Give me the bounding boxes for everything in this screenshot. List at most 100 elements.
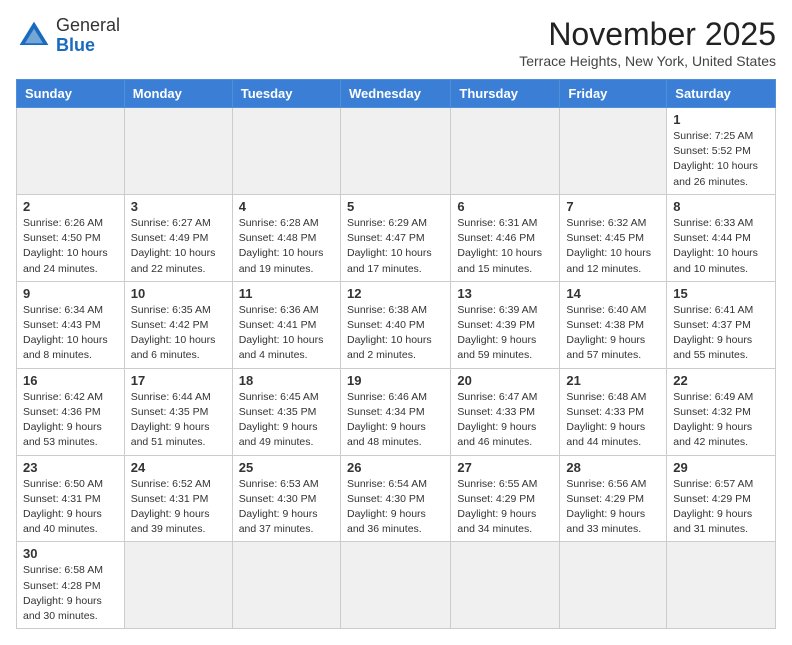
calendar-header-row: SundayMondayTuesdayWednesdayThursdayFrid… — [17, 80, 776, 108]
logo-text: General Blue — [56, 16, 120, 56]
day-info: Sunrise: 6:58 AM Sunset: 4:28 PM Dayligh… — [23, 563, 118, 624]
calendar-cell — [451, 108, 560, 195]
day-info: Sunrise: 6:31 AM Sunset: 4:46 PM Dayligh… — [457, 216, 553, 277]
day-number: 10 — [131, 286, 226, 301]
day-number: 21 — [566, 373, 660, 388]
page-header: General Blue November 2025 Terrace Heigh… — [16, 16, 776, 69]
logo-icon — [16, 18, 52, 54]
day-info: Sunrise: 6:49 AM Sunset: 4:32 PM Dayligh… — [673, 390, 769, 451]
calendar-cell: 11Sunrise: 6:36 AM Sunset: 4:41 PM Dayli… — [232, 281, 340, 368]
day-info: Sunrise: 6:46 AM Sunset: 4:34 PM Dayligh… — [347, 390, 444, 451]
calendar-cell: 19 Sunrise: 6:46 AM Sunset: 4:34 PM Dayli… — [340, 368, 450, 455]
day-info: Sunrise: 6:38 AM Sunset: 4:40 PM Dayligh… — [347, 303, 444, 364]
day-info: Sunrise: 6:35 AM Sunset: 4:42 PM Dayligh… — [131, 303, 226, 364]
calendar-cell: 10 Sunrise: 6:35 AM Sunset: 4:42 PM Dayli… — [124, 281, 232, 368]
day-number: 15 — [673, 286, 769, 301]
day-number: 28 — [566, 460, 660, 475]
day-info: Sunrise: 6:41 AM Sunset: 4:37 PM Dayligh… — [673, 303, 769, 364]
day-info: Sunrise: 6:36 AM Sunset: 4:41 PM Dayligh… — [239, 303, 334, 364]
day-info: Sunrise: 6:54 AM Sunset: 4:30 PM Dayligh… — [347, 477, 444, 538]
day-number: 23 — [23, 460, 118, 475]
calendar-week-3: 9 Sunrise: 6:34 AM Sunset: 4:43 PM Daylig… — [17, 281, 776, 368]
day-number: 19 — [347, 373, 444, 388]
day-number: 1 — [673, 112, 769, 127]
title-area: November 2025 Terrace Heights, New York,… — [519, 16, 776, 69]
day-info: Sunrise: 6:39 AM Sunset: 4:39 PM Dayligh… — [457, 303, 553, 364]
day-number: 30 — [23, 546, 118, 561]
day-info: Sunrise: 6:47 AM Sunset: 4:33 PM Dayligh… — [457, 390, 553, 451]
day-info: Sunrise: 6:34 AM Sunset: 4:43 PM Dayligh… — [23, 303, 118, 364]
calendar-week-5: 23 Sunrise: 6:50 AM Sunset: 4:31 PM Dayli… — [17, 455, 776, 542]
day-number: 8 — [673, 199, 769, 214]
calendar-cell: 24 Sunrise: 6:52 AM Sunset: 4:31 PM Dayli… — [124, 455, 232, 542]
calendar-cell: 21 Sunrise: 6:48 AM Sunset: 4:33 PM Dayli… — [560, 368, 667, 455]
day-number: 6 — [457, 199, 553, 214]
calendar-header-tuesday: Tuesday — [232, 80, 340, 108]
calendar-week-2: 2 Sunrise: 6:26 AM Sunset: 4:50 PM Daylig… — [17, 194, 776, 281]
day-info: Sunrise: 6:32 AM Sunset: 4:45 PM Dayligh… — [566, 216, 660, 277]
calendar-cell: 1 Sunrise: 7:25 AM Sunset: 5:52 PM Daylig… — [667, 108, 776, 195]
calendar-cell — [560, 108, 667, 195]
day-info: Sunrise: 6:53 AM Sunset: 4:30 PM Dayligh… — [239, 477, 334, 538]
day-info: Sunrise: 6:29 AM Sunset: 4:47 PM Dayligh… — [347, 216, 444, 277]
calendar-header-sunday: Sunday — [17, 80, 125, 108]
calendar-cell — [340, 542, 450, 629]
day-info: Sunrise: 6:27 AM Sunset: 4:49 PM Dayligh… — [131, 216, 226, 277]
day-number: 18 — [239, 373, 334, 388]
day-info: Sunrise: 6:52 AM Sunset: 4:31 PM Dayligh… — [131, 477, 226, 538]
day-info: Sunrise: 7:25 AM Sunset: 5:52 PM Dayligh… — [673, 129, 769, 190]
day-number: 29 — [673, 460, 769, 475]
calendar-cell: 9 Sunrise: 6:34 AM Sunset: 4:43 PM Daylig… — [17, 281, 125, 368]
calendar-cell: 28Sunrise: 6:56 AM Sunset: 4:29 PM Dayli… — [560, 455, 667, 542]
calendar-cell: 13 Sunrise: 6:39 AM Sunset: 4:39 PM Dayli… — [451, 281, 560, 368]
calendar-cell: 22 Sunrise: 6:49 AM Sunset: 4:32 PM Dayli… — [667, 368, 776, 455]
day-number: 22 — [673, 373, 769, 388]
calendar-cell: 4 Sunrise: 6:28 AM Sunset: 4:48 PM Daylig… — [232, 194, 340, 281]
day-info: Sunrise: 6:28 AM Sunset: 4:48 PM Dayligh… — [239, 216, 334, 277]
day-number: 27 — [457, 460, 553, 475]
calendar-cell: 25Sunrise: 6:53 AM Sunset: 4:30 PM Dayli… — [232, 455, 340, 542]
calendar-cell — [232, 542, 340, 629]
day-number: 3 — [131, 199, 226, 214]
day-info: Sunrise: 6:48 AM Sunset: 4:33 PM Dayligh… — [566, 390, 660, 451]
day-number: 9 — [23, 286, 118, 301]
day-number: 5 — [347, 199, 444, 214]
day-info: Sunrise: 6:26 AM Sunset: 4:50 PM Dayligh… — [23, 216, 118, 277]
logo: General Blue — [16, 16, 120, 56]
calendar-cell: 20 Sunrise: 6:47 AM Sunset: 4:33 PM Dayli… — [451, 368, 560, 455]
calendar-week-6: 30 Sunrise: 6:58 AM Sunset: 4:28 PM Dayli… — [17, 542, 776, 629]
calendar-cell: 7 Sunrise: 6:32 AM Sunset: 4:45 PM Daylig… — [560, 194, 667, 281]
day-number: 2 — [23, 199, 118, 214]
day-info: Sunrise: 6:55 AM Sunset: 4:29 PM Dayligh… — [457, 477, 553, 538]
day-number: 7 — [566, 199, 660, 214]
calendar-cell: 23 Sunrise: 6:50 AM Sunset: 4:31 PM Dayli… — [17, 455, 125, 542]
calendar-header-friday: Friday — [560, 80, 667, 108]
calendar-table: SundayMondayTuesdayWednesdayThursdayFrid… — [16, 79, 776, 629]
calendar-cell — [232, 108, 340, 195]
calendar-header-wednesday: Wednesday — [340, 80, 450, 108]
day-number: 4 — [239, 199, 334, 214]
day-info: Sunrise: 6:57 AM Sunset: 4:29 PM Dayligh… — [673, 477, 769, 538]
calendar-cell: 2 Sunrise: 6:26 AM Sunset: 4:50 PM Daylig… — [17, 194, 125, 281]
day-number: 12 — [347, 286, 444, 301]
day-number: 16 — [23, 373, 118, 388]
day-info: Sunrise: 6:42 AM Sunset: 4:36 PM Dayligh… — [23, 390, 118, 451]
day-number: 17 — [131, 373, 226, 388]
calendar-cell: 16 Sunrise: 6:42 AM Sunset: 4:36 PM Dayli… — [17, 368, 125, 455]
day-number: 13 — [457, 286, 553, 301]
calendar-cell: 6 Sunrise: 6:31 AM Sunset: 4:46 PM Daylig… — [451, 194, 560, 281]
day-number: 26 — [347, 460, 444, 475]
day-info: Sunrise: 6:33 AM Sunset: 4:44 PM Dayligh… — [673, 216, 769, 277]
calendar-cell: 29 Sunrise: 6:57 AM Sunset: 4:29 PM Dayli… — [667, 455, 776, 542]
calendar-cell: 17 Sunrise: 6:44 AM Sunset: 4:35 PM Dayli… — [124, 368, 232, 455]
day-info: Sunrise: 6:44 AM Sunset: 4:35 PM Dayligh… — [131, 390, 226, 451]
calendar-cell — [451, 542, 560, 629]
calendar-header-saturday: Saturday — [667, 80, 776, 108]
day-number: 20 — [457, 373, 553, 388]
day-number: 24 — [131, 460, 226, 475]
calendar-cell — [667, 542, 776, 629]
calendar-cell: 12 Sunrise: 6:38 AM Sunset: 4:40 PM Dayli… — [340, 281, 450, 368]
calendar-cell: 3 Sunrise: 6:27 AM Sunset: 4:49 PM Daylig… — [124, 194, 232, 281]
day-info: Sunrise: 6:50 AM Sunset: 4:31 PM Dayligh… — [23, 477, 118, 538]
calendar-week-4: 16 Sunrise: 6:42 AM Sunset: 4:36 PM Dayli… — [17, 368, 776, 455]
